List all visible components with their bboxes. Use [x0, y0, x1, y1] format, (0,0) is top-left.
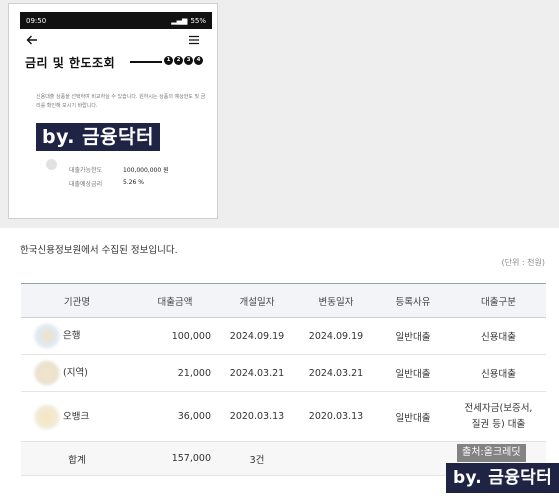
rate-label: 대출예상금리 — [69, 181, 103, 188]
panel-caption: 한국신용정보원에서 수집된 정보입니다. — [20, 245, 178, 256]
table-header: 기관명 대출금액 개설일자 변동일자 등록사유 대출구분 — [21, 283, 546, 318]
amount-cell: 100,000 — [133, 317, 217, 355]
page-title: 금리 및 한도조회 — [25, 56, 116, 70]
blurred-bank-logo — [33, 360, 61, 386]
institution-cell: (지역) — [21, 354, 133, 392]
blurred-logo — [46, 159, 57, 170]
type-cell: 전세자금(보증서, 질권 등) 대출 — [451, 391, 546, 442]
limit-label: 대출가능한도 — [69, 167, 103, 174]
hamburger-menu-icon[interactable] — [187, 33, 201, 47]
source-credit: 출처:올크레딧 — [457, 444, 526, 462]
step-1: 1 — [164, 56, 173, 65]
col-institution: 기관명 — [21, 283, 133, 318]
unit-note: (단위 : 천원) — [501, 258, 545, 267]
step-indicator: 1 2 3 4 — [164, 56, 203, 65]
institution-cell: 오뱅크 — [21, 391, 133, 442]
table-row: 은행 100,000 2024.09.19 2024.09.19 일반대출 신용… — [21, 317, 546, 355]
intro-text: 신용대출 상품을 선택하여 비교하실 수 있습니다. 원하시는 상품의 예상한도… — [36, 94, 206, 109]
step-2: 2 — [174, 56, 183, 65]
opened-cell: 2024.09.19 — [217, 317, 297, 355]
table-row: (지역) 21,000 2024.03.21 2024.03.21 일반대출 신… — [21, 354, 546, 392]
table-row: 오뱅크 36,000 2020.03.13 2020.03.13 일반대출 전세… — [21, 391, 546, 442]
step-4: 4 — [194, 56, 203, 65]
watermark-label: by. 금융닥터 — [36, 123, 160, 151]
col-amount: 대출금액 — [133, 283, 217, 318]
blurred-bank-logo — [33, 323, 61, 349]
status-time: 09:50 — [26, 16, 47, 25]
type-cell: 신용대출 — [451, 354, 546, 392]
total-amount: 157,000 — [133, 441, 217, 476]
institution-cell: 은행 — [21, 317, 133, 355]
total-count: 3건 — [217, 441, 297, 476]
reason-cell: 일반대출 — [375, 354, 451, 392]
col-type: 대출구분 — [451, 283, 546, 318]
limit-value: 100,000,000 원 — [123, 167, 169, 174]
signal-icon: ▂▄▆ — [171, 16, 188, 25]
total-label: 합계 — [21, 441, 133, 476]
watermark-badge: by. 금융닥터 — [446, 463, 559, 493]
opened-cell: 2024.03.21 — [217, 354, 297, 392]
rate-row: 대출예상금리 5.26 % — [69, 179, 144, 188]
amount-cell: 21,000 — [133, 354, 217, 392]
changed-cell: 2024.09.19 — [297, 317, 375, 355]
changed-cell: 2020.03.13 — [297, 391, 375, 442]
phone-screenshot: 09:50 ▂▄▆ 55% 금리 및 한도조회 1 2 3 4 신용대출 상품을… — [8, 3, 218, 219]
battery-level: 55% — [190, 16, 206, 25]
back-arrow-icon[interactable] — [25, 33, 39, 47]
blurred-bank-logo — [33, 403, 61, 430]
step-3: 3 — [184, 56, 193, 65]
limit-row: 대출가능한도 100,000,000 원 — [69, 165, 169, 174]
opened-cell: 2020.03.13 — [217, 391, 297, 442]
changed-cell: 2024.03.21 — [297, 354, 375, 392]
col-reason: 등록사유 — [375, 283, 451, 318]
status-bar: 09:50 ▂▄▆ 55% — [20, 12, 212, 29]
type-cell: 신용대출 — [451, 317, 546, 355]
nav-row — [25, 31, 201, 49]
rate-value: 5.26 % — [123, 179, 144, 186]
reason-cell: 일반대출 — [375, 391, 451, 442]
amount-cell: 36,000 — [133, 391, 217, 442]
step-line — [130, 61, 162, 63]
col-changed: 변동일자 — [297, 283, 375, 318]
col-opened: 개설일자 — [217, 283, 297, 318]
reason-cell: 일반대출 — [375, 317, 451, 355]
